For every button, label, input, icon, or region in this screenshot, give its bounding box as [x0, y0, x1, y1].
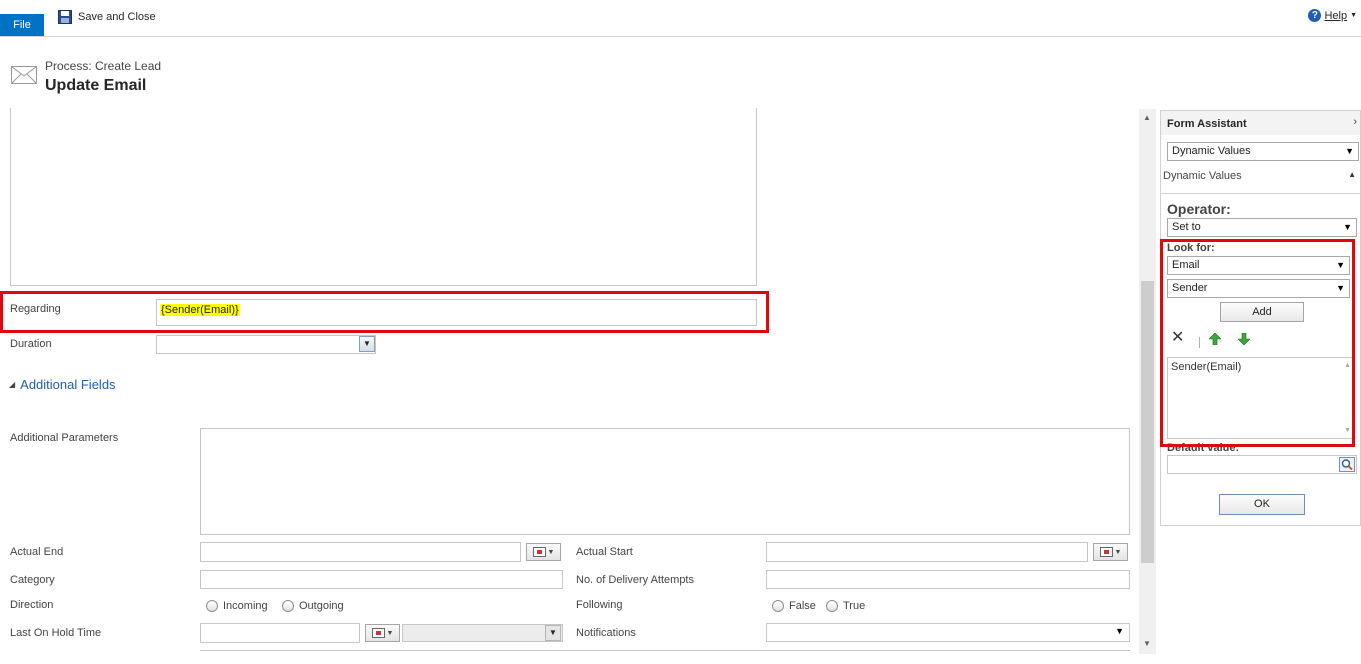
last-on-hold-label: Last On Hold Time: [10, 627, 102, 639]
actual-start-label: Actual Start: [576, 546, 633, 558]
following-true-radio[interactable]: True: [826, 600, 865, 612]
form-scrollbar[interactable]: ▲ ▼: [1139, 109, 1156, 654]
lookup-icon[interactable]: [1339, 457, 1355, 472]
category-input[interactable]: [200, 570, 563, 589]
ok-button[interactable]: OK: [1219, 494, 1305, 515]
form-assistant-title: Form Assistant: [1167, 118, 1247, 130]
section-title: Additional Fields: [20, 377, 116, 392]
calendar-icon: [371, 628, 385, 638]
additional-params-label: Additional Parameters: [10, 432, 119, 444]
help-menu[interactable]: ? Help ▼: [1308, 9, 1357, 22]
scroll-up-icon[interactable]: ▲: [1143, 113, 1151, 122]
dynamic-values-header[interactable]: Dynamic Values ▲: [1161, 168, 1360, 194]
calendar-icon: [1099, 547, 1113, 557]
help-icon: ?: [1308, 9, 1322, 22]
last-on-hold-input[interactable]: [200, 623, 360, 643]
chevron-down-icon: ▼: [1114, 548, 1122, 556]
save-icon: [58, 10, 72, 24]
following-false-label: False: [789, 600, 816, 612]
direction-incoming-radio[interactable]: Incoming: [206, 600, 268, 612]
description-textarea[interactable]: [10, 108, 757, 286]
notifications-label: Notifications: [576, 627, 636, 639]
file-tab[interactable]: File: [0, 14, 44, 36]
scroll-down-icon[interactable]: ▼: [1143, 639, 1151, 648]
actual-start-input[interactable]: [766, 542, 1088, 562]
collapse-up-icon: ▲: [1348, 170, 1356, 179]
actual-end-label: Actual End: [10, 546, 64, 558]
email-icon: [11, 66, 37, 84]
radio-button[interactable]: [206, 600, 218, 612]
operator-select[interactable]: Set to ▼: [1167, 218, 1357, 237]
time-dropdown-button[interactable]: ▼: [545, 625, 561, 641]
chevron-down-icon: ▼: [1350, 12, 1357, 19]
following-label: Following: [576, 599, 623, 611]
look-for-highlight-box: [1160, 239, 1355, 447]
notifications-select[interactable]: ▼: [766, 623, 1130, 642]
radio-button[interactable]: [282, 600, 294, 612]
chevron-down-icon: ▼: [1115, 626, 1124, 636]
collapse-triangle-icon: ◢: [9, 380, 16, 389]
regarding-input[interactable]: {Sender(Email)}: [156, 299, 757, 326]
radio-button[interactable]: [826, 600, 838, 612]
section-toggle[interactable]: ◢ Additional Fields: [9, 377, 116, 392]
direction-label: Direction: [10, 599, 54, 611]
process-label: Process: Create Lead: [45, 59, 162, 73]
default-value-input[interactable]: [1167, 455, 1357, 474]
form-assistant-header: Form Assistant ›: [1161, 111, 1360, 135]
save-and-close-button[interactable]: Save and Close: [58, 8, 156, 26]
help-label: Help: [1324, 9, 1348, 22]
delivery-attempts-input[interactable]: [766, 570, 1130, 589]
view-select[interactable]: Dynamic Values ▼: [1167, 142, 1359, 161]
operator-value: Set to: [1172, 221, 1201, 233]
operator-label: Operator:: [1167, 201, 1231, 217]
chevron-down-icon: ▼: [1343, 222, 1352, 232]
regarding-token: {Sender(Email)}: [160, 304, 240, 316]
category-label: Category: [10, 574, 55, 586]
last-on-hold-time-select[interactable]: [402, 624, 563, 642]
ribbon: File Save and Close ? Help ▼: [0, 0, 1361, 37]
direction-outgoing-radio[interactable]: Outgoing: [282, 600, 344, 612]
duration-label: Duration: [10, 338, 52, 350]
last-on-hold-calendar-button[interactable]: ▼: [365, 624, 400, 642]
regarding-label: Regarding: [10, 303, 61, 315]
actual-end-input[interactable]: [200, 542, 521, 562]
duration-dropdown-button[interactable]: ▼: [359, 336, 375, 352]
additional-params-textarea[interactable]: [200, 428, 1130, 535]
delivery-attempts-label: No. of Delivery Attempts: [576, 574, 694, 586]
calendar-icon: [532, 547, 546, 557]
dynamic-values-label: Dynamic Values: [1163, 170, 1242, 182]
save-and-close-label: Save and Close: [78, 11, 156, 23]
radio-button[interactable]: [772, 600, 784, 612]
actual-end-calendar-button[interactable]: ▼: [526, 543, 561, 561]
duration-select[interactable]: [156, 335, 376, 354]
page-title: Update Email: [45, 77, 147, 94]
direction-outgoing-label: Outgoing: [299, 600, 344, 612]
chevron-down-icon: ▼: [386, 629, 394, 637]
following-false-radio[interactable]: False: [772, 600, 816, 612]
chevron-right-icon[interactable]: ›: [1353, 116, 1357, 128]
following-true-label: True: [843, 600, 866, 612]
chevron-down-icon: ▼: [547, 548, 555, 556]
actual-start-calendar-button[interactable]: ▼: [1093, 543, 1128, 561]
view-select-value: Dynamic Values: [1172, 145, 1251, 157]
scroll-thumb[interactable]: [1141, 281, 1154, 563]
next-row-fields: [200, 650, 1130, 654]
direction-incoming-label: Incoming: [223, 600, 268, 612]
chevron-down-icon: ▼: [1345, 146, 1354, 156]
